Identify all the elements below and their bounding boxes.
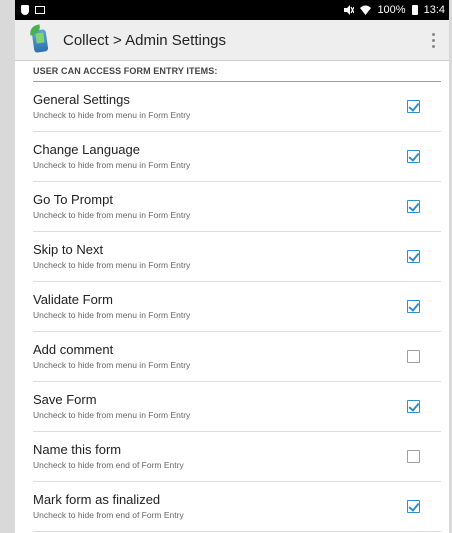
checkbox-checked[interactable] bbox=[407, 100, 420, 113]
collect-app-icon[interactable] bbox=[27, 24, 53, 54]
settings-list: General Settings Uncheck to hide from me… bbox=[15, 82, 449, 532]
item-subtitle: Uncheck to hide from menu in Form Entry bbox=[33, 160, 191, 170]
status-time: 13:4 bbox=[423, 4, 445, 16]
status-bar-right: 100% 13:4 bbox=[343, 4, 445, 16]
item-title: Save Form bbox=[33, 392, 97, 407]
item-title: Name this form bbox=[33, 442, 122, 457]
item-subtitle: Uncheck to hide from menu in Form Entry bbox=[33, 210, 191, 220]
item-subtitle: Uncheck to hide from menu in Form Entry bbox=[33, 260, 191, 270]
app-bar: Collect > Admin Settings bbox=[15, 20, 449, 61]
item-subtitle: Uncheck to hide from menu in Form Entry bbox=[33, 310, 191, 320]
item-title: Skip to Next bbox=[33, 242, 104, 257]
checkbox-checked[interactable] bbox=[407, 500, 420, 513]
list-item-text: Skip to Next Uncheck to hide from menu i… bbox=[33, 242, 190, 271]
shield-icon bbox=[21, 5, 29, 15]
battery-percent: 100% bbox=[377, 4, 406, 16]
page-title: Collect > Admin Settings bbox=[63, 31, 227, 49]
item-title: Mark form as finalized bbox=[33, 492, 161, 507]
wifi-icon bbox=[360, 5, 372, 15]
checkbox-checked[interactable] bbox=[407, 400, 420, 413]
list-item[interactable]: Go To Prompt Uncheck to hide from menu i… bbox=[33, 182, 441, 232]
list-item[interactable]: Save Form Uncheck to hide from menu in F… bbox=[33, 382, 441, 432]
checkbox-checked[interactable] bbox=[407, 300, 420, 313]
battery-icon bbox=[411, 5, 418, 15]
list-item-text: Name this form Uncheck to hide from end … bbox=[33, 442, 184, 471]
item-subtitle: Uncheck to hide from menu in Form Entry bbox=[33, 110, 191, 120]
list-item[interactable]: Mark form as finalized Uncheck to hide f… bbox=[33, 482, 441, 532]
list-item-text: Add comment Uncheck to hide from menu in… bbox=[33, 342, 190, 371]
item-subtitle: Uncheck to hide from menu in Form Entry bbox=[33, 360, 191, 370]
list-item-text: Mark form as finalized Uncheck to hide f… bbox=[33, 492, 184, 521]
item-title: Add comment bbox=[33, 342, 114, 357]
list-item[interactable]: Name this form Uncheck to hide from end … bbox=[33, 432, 441, 482]
checkbox-checked[interactable] bbox=[407, 200, 420, 213]
device-screen: 100% 13:4 Collect > Admin Settings USER … bbox=[15, 0, 449, 533]
status-bar-left bbox=[21, 5, 45, 15]
list-item-text: Validate Form Uncheck to hide from menu … bbox=[33, 292, 190, 321]
list-item-text: Save Form Uncheck to hide from menu in F… bbox=[33, 392, 190, 421]
item-title: General Settings bbox=[33, 92, 130, 107]
list-item[interactable]: Change Language Uncheck to hide from men… bbox=[33, 132, 441, 182]
section-header: USER CAN ACCESS FORM ENTRY ITEMS: bbox=[33, 61, 441, 82]
list-item[interactable]: Validate Form Uncheck to hide from menu … bbox=[33, 282, 441, 332]
item-title: Change Language bbox=[33, 142, 140, 157]
item-subtitle: Uncheck to hide from end of Form Entry bbox=[33, 510, 184, 520]
checkbox-checked[interactable] bbox=[407, 150, 420, 163]
list-item-text: Go To Prompt Uncheck to hide from menu i… bbox=[33, 192, 190, 221]
status-bar: 100% 13:4 bbox=[15, 0, 449, 20]
list-item[interactable]: Skip to Next Uncheck to hide from menu i… bbox=[33, 232, 441, 282]
list-item-text: General Settings Uncheck to hide from me… bbox=[33, 92, 190, 121]
image-icon bbox=[35, 6, 45, 14]
checkbox-checked[interactable] bbox=[407, 250, 420, 263]
checkbox-unchecked[interactable] bbox=[407, 350, 420, 363]
list-item[interactable]: General Settings Uncheck to hide from me… bbox=[33, 82, 441, 132]
list-item[interactable]: Add comment Uncheck to hide from menu in… bbox=[33, 332, 441, 382]
mute-icon bbox=[344, 5, 355, 15]
item-subtitle: Uncheck to hide from end of Form Entry bbox=[33, 460, 184, 470]
item-subtitle: Uncheck to hide from menu in Form Entry bbox=[33, 410, 191, 420]
item-title: Go To Prompt bbox=[33, 192, 113, 207]
checkbox-unchecked[interactable] bbox=[407, 450, 420, 463]
item-title: Validate Form bbox=[33, 292, 113, 307]
overflow-menu-icon[interactable] bbox=[423, 25, 443, 55]
list-item-text: Change Language Uncheck to hide from men… bbox=[33, 142, 190, 171]
